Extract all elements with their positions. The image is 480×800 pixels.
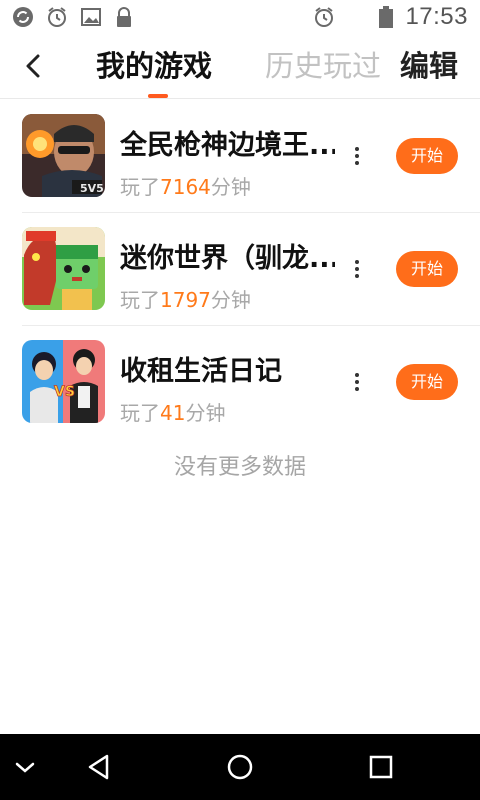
home-circle-icon[interactable] xyxy=(223,750,257,784)
game-icon-rent-life[interactable]: VS xyxy=(22,340,105,423)
game-list: 5V5 全民枪神边境王... 玩了7164分钟 开始 迷你世界（驯龙... 玩了… xyxy=(0,99,480,438)
recents-square-icon[interactable] xyxy=(364,750,398,784)
header: 我的游戏 历史玩过 编辑 xyxy=(0,34,480,99)
status-bar: 17:53 xyxy=(0,0,480,34)
start-button[interactable]: 开始 xyxy=(396,138,458,174)
more-options-icon[interactable] xyxy=(352,258,362,280)
start-button[interactable]: 开始 xyxy=(396,251,458,287)
more-options-icon[interactable] xyxy=(352,371,362,393)
status-time: 17:53 xyxy=(405,3,468,30)
sync-icon xyxy=(13,7,33,27)
play-time: 玩了41分钟 xyxy=(120,401,226,425)
list-item[interactable]: VS 收租生活日记 玩了41分钟 开始 xyxy=(0,325,480,438)
navigation-bar xyxy=(0,734,480,800)
active-tab-indicator xyxy=(148,94,168,98)
alarm-icon xyxy=(315,7,333,27)
list-item[interactable]: 迷你世界（驯龙... 玩了1797分钟 开始 xyxy=(0,212,480,325)
battery-icon xyxy=(379,6,393,28)
game-title: 迷你世界（驯龙... xyxy=(120,243,335,274)
game-icon-shooter[interactable]: 5V5 xyxy=(22,114,105,197)
svg-text:VS: VS xyxy=(54,384,75,400)
game-title: 收租生活日记 xyxy=(120,356,282,387)
start-button[interactable]: 开始 xyxy=(396,364,458,400)
back-icon[interactable] xyxy=(20,52,48,80)
edit-button[interactable]: 编辑 xyxy=(400,46,458,86)
game-title: 全民枪神边境王... xyxy=(120,130,335,161)
back-triangle-icon[interactable] xyxy=(82,750,116,784)
play-time: 玩了1797分钟 xyxy=(120,288,251,312)
tab-history[interactable]: 历史玩过 xyxy=(265,46,381,86)
svg-text:5V5: 5V5 xyxy=(80,182,104,195)
more-options-icon[interactable] xyxy=(352,145,362,167)
chevron-down-icon[interactable] xyxy=(8,750,42,784)
lock-icon xyxy=(117,7,131,27)
game-icon-mini-world[interactable] xyxy=(22,227,105,310)
image-icon xyxy=(81,8,101,26)
alarm-icon xyxy=(48,7,66,27)
list-item[interactable]: 5V5 全民枪神边境王... 玩了7164分钟 开始 xyxy=(0,99,480,212)
no-more-data-text: 没有更多数据 xyxy=(173,455,306,480)
tab-my-games[interactable]: 我的游戏 xyxy=(96,46,212,86)
play-time: 玩了7164分钟 xyxy=(120,175,251,199)
